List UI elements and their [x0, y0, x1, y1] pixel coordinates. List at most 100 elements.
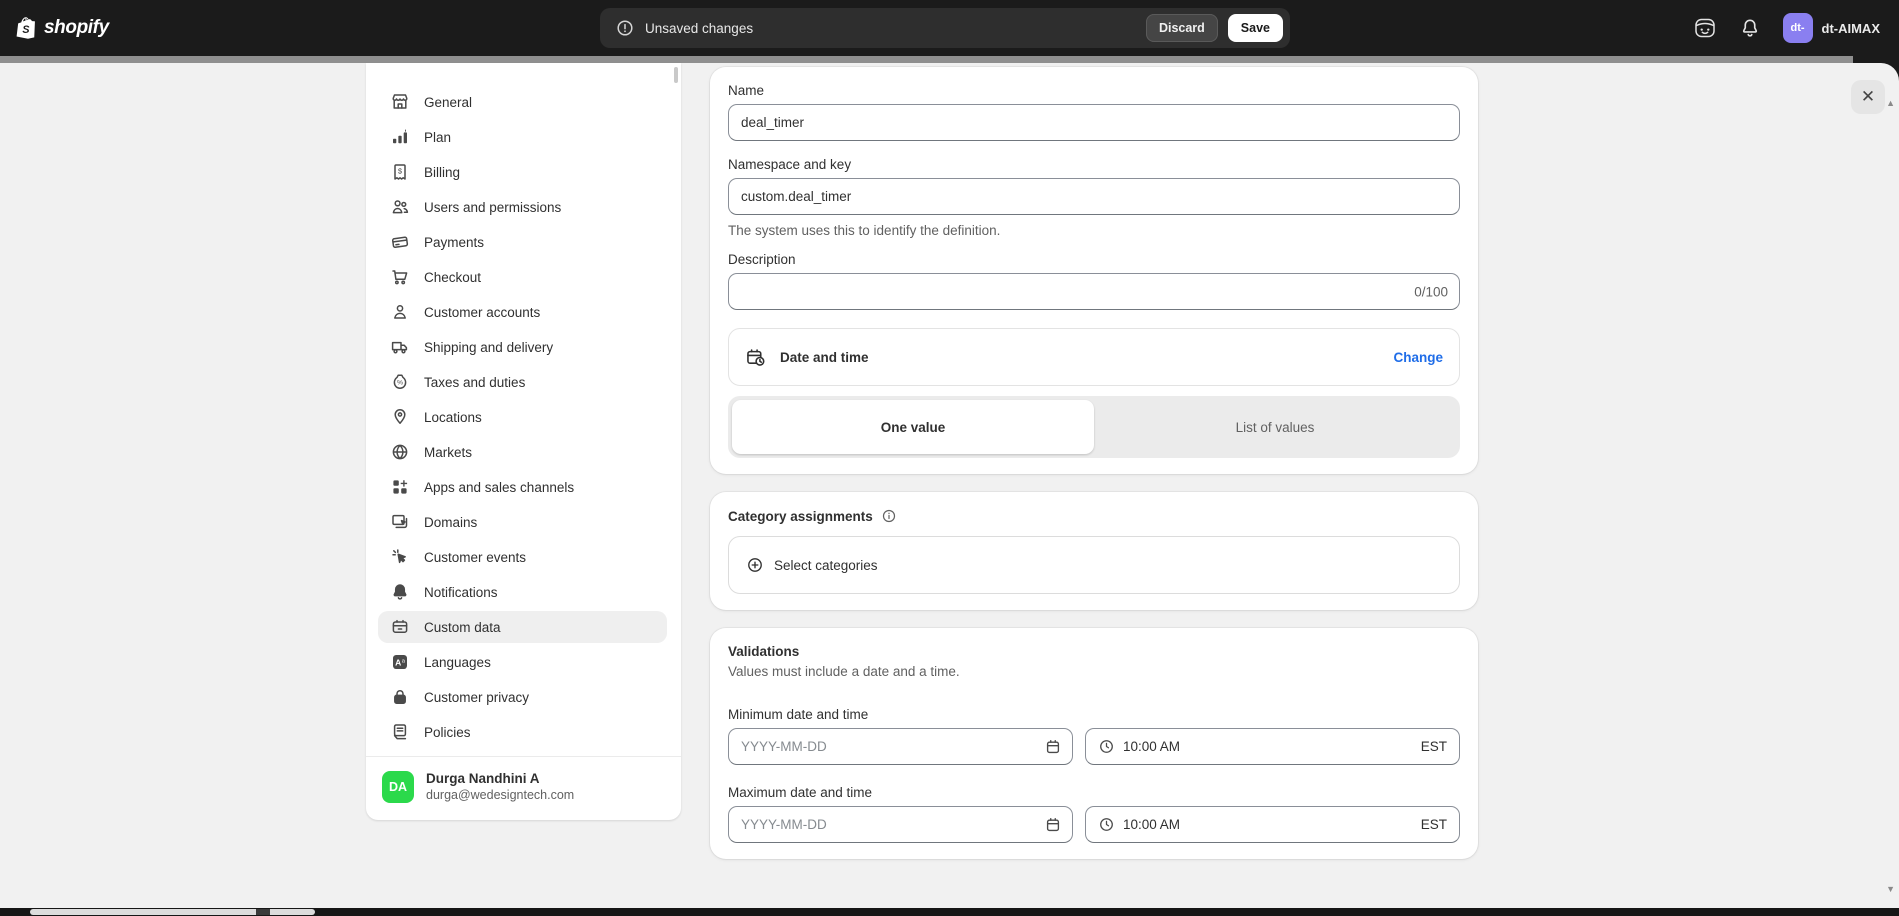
plus-circle-icon: [746, 556, 764, 574]
sidebar-item-payments[interactable]: Payments: [378, 226, 667, 258]
description-char-counter: 0/100: [1414, 284, 1448, 299]
namespace-help-text: The system uses this to identify the def…: [728, 223, 1460, 238]
sidebar-item-shipping-and-delivery[interactable]: Shipping and delivery: [378, 331, 667, 363]
sidekick-icon[interactable]: [1693, 16, 1717, 40]
notifications-bell-icon[interactable]: [1739, 17, 1761, 39]
sidebar-item-label: Apps and sales channels: [424, 480, 574, 495]
store-menu[interactable]: dt- dt-AIMAX: [1783, 13, 1881, 43]
sidebar-item-label: Custom data: [424, 620, 501, 635]
user-email: durga@wedesigntech.com: [426, 787, 574, 803]
maximum-time-value: 10:00 AM: [1123, 817, 1180, 832]
maximum-date-label: Maximum date and time: [728, 785, 1460, 800]
settings-nav: General Plan $ Billing Users and permissions…: [366, 63, 681, 748]
sidebar-item-general[interactable]: General: [378, 86, 667, 118]
sidebar-item-label: Billing: [424, 165, 460, 180]
shopify-bag-icon: S: [14, 15, 41, 42]
policies-icon: [390, 722, 410, 742]
sidebar-item-languages[interactable]: Aa Languages: [378, 646, 667, 678]
sidebar-item-taxes-and-duties[interactable]: % Taxes and duties: [378, 366, 667, 398]
sidebar-item-markets[interactable]: Markets: [378, 436, 667, 468]
sidebar-item-apps-and-sales-channels[interactable]: Apps and sales channels: [378, 471, 667, 503]
sidebar-item-label: Checkout: [424, 270, 481, 285]
horizontal-scrollbar-thumb[interactable]: [256, 909, 270, 915]
sidebar-item-label: Locations: [424, 410, 482, 425]
namespace-input[interactable]: [728, 178, 1460, 215]
scroll-down-arrow[interactable]: ▼: [1886, 885, 1895, 894]
plan-icon: [390, 127, 410, 147]
billing-icon: $: [390, 162, 410, 182]
sidebar-item-label: Notifications: [424, 585, 498, 600]
store-avatar: dt-: [1783, 13, 1813, 43]
horizontal-scrollbar[interactable]: [30, 909, 315, 915]
sidebar-item-customer-events[interactable]: Customer events: [378, 541, 667, 573]
sidebar-item-label: Shipping and delivery: [424, 340, 553, 355]
info-icon[interactable]: [881, 508, 897, 524]
dimmed-page-backdrop: [0, 56, 1899, 63]
alert-icon: [615, 18, 635, 38]
user-name: Durga Nandhini A: [426, 770, 574, 787]
minimum-time-input[interactable]: 10:00 AM EST: [1085, 728, 1460, 765]
user-account[interactable]: DA Durga Nandhini A durga@wedesigntech.c…: [366, 757, 681, 816]
store-name: dt-AIMAX: [1822, 21, 1881, 36]
list-of-values-segment[interactable]: List of values: [1094, 400, 1456, 454]
one-value-segment[interactable]: One value: [732, 400, 1094, 454]
taxes-icon: %: [390, 372, 410, 392]
discard-button[interactable]: Discard: [1146, 14, 1218, 42]
sidebar-item-label: Policies: [424, 725, 471, 740]
svg-text:$: $: [398, 166, 402, 175]
sidebar-item-customer-accounts[interactable]: Customer accounts: [378, 296, 667, 328]
minimum-date-input[interactable]: [728, 728, 1073, 765]
category-assignments-title: Category assignments: [728, 509, 873, 524]
sidebar-item-label: General: [424, 95, 472, 110]
sidebar-item-custom-data[interactable]: Custom data: [378, 611, 667, 643]
scroll-up-arrow[interactable]: ▲: [1886, 99, 1895, 108]
shopify-wordmark: shopify: [44, 17, 109, 39]
category-assignments-card: Category assignments Select categories: [710, 492, 1478, 610]
sidebar-item-checkout[interactable]: Checkout: [378, 261, 667, 293]
change-type-link[interactable]: Change: [1393, 350, 1443, 365]
shopify-logo[interactable]: S shopify: [14, 15, 109, 42]
sidebar-item-billing[interactable]: $ Billing: [378, 156, 667, 188]
maximum-date-input[interactable]: [728, 806, 1073, 843]
name-input[interactable]: [728, 104, 1460, 141]
name-label: Name: [728, 83, 1460, 98]
sidebar-item-policies[interactable]: Policies: [378, 716, 667, 748]
maximum-timezone: EST: [1421, 817, 1447, 832]
namespace-label: Namespace and key: [728, 157, 1460, 172]
sidebar-item-plan[interactable]: Plan: [378, 121, 667, 153]
sidebar-item-users-and-permissions[interactable]: Users and permissions: [378, 191, 667, 223]
unsaved-changes-bar: Unsaved changes Discard Save: [600, 8, 1290, 48]
validations-title: Validations: [728, 644, 799, 659]
customer-events-icon: [390, 547, 410, 567]
minimum-timezone: EST: [1421, 739, 1447, 754]
top-bar: S shopify Unsaved changes Discard Save d…: [0, 0, 1899, 56]
close-settings-button[interactable]: ✕: [1851, 80, 1885, 114]
sidebar-item-label: Users and permissions: [424, 200, 561, 215]
content-type-row: Date and time Change: [728, 328, 1460, 386]
sidebar-item-domains[interactable]: Domains: [378, 506, 667, 538]
calendar-icon[interactable]: [1044, 738, 1062, 756]
clock-icon: [1098, 738, 1115, 755]
sidebar-item-locations[interactable]: Locations: [378, 401, 667, 433]
definition-card: Name Namespace and key The system uses t…: [710, 67, 1478, 474]
validations-subtitle: Values must include a date and a time.: [728, 664, 1460, 679]
sidebar-item-label: Taxes and duties: [424, 375, 525, 390]
bell-icon: [390, 582, 410, 602]
maximum-time-input[interactable]: 10:00 AM EST: [1085, 806, 1460, 843]
minimum-time-value: 10:00 AM: [1123, 739, 1180, 754]
calendar-icon[interactable]: [1044, 816, 1062, 834]
validations-card: Validations Values must include a date a…: [710, 628, 1478, 859]
sidebar-scrollbar[interactable]: [674, 67, 678, 83]
save-button[interactable]: Save: [1228, 14, 1283, 42]
sidebar-item-label: Languages: [424, 655, 491, 670]
select-categories-button[interactable]: Select categories: [728, 536, 1460, 594]
settings-modal: General Plan $ Billing Users and permissions…: [0, 63, 1899, 908]
languages-icon: Aa: [390, 652, 410, 672]
sidebar-item-customer-privacy[interactable]: Customer privacy: [378, 681, 667, 713]
cardinality-toggle: One value List of values: [728, 396, 1460, 458]
payments-icon: [390, 232, 410, 252]
description-input[interactable]: [728, 273, 1460, 310]
store-icon: [390, 92, 410, 112]
truck-icon: [390, 337, 410, 357]
sidebar-item-notifications[interactable]: Notifications: [378, 576, 667, 608]
